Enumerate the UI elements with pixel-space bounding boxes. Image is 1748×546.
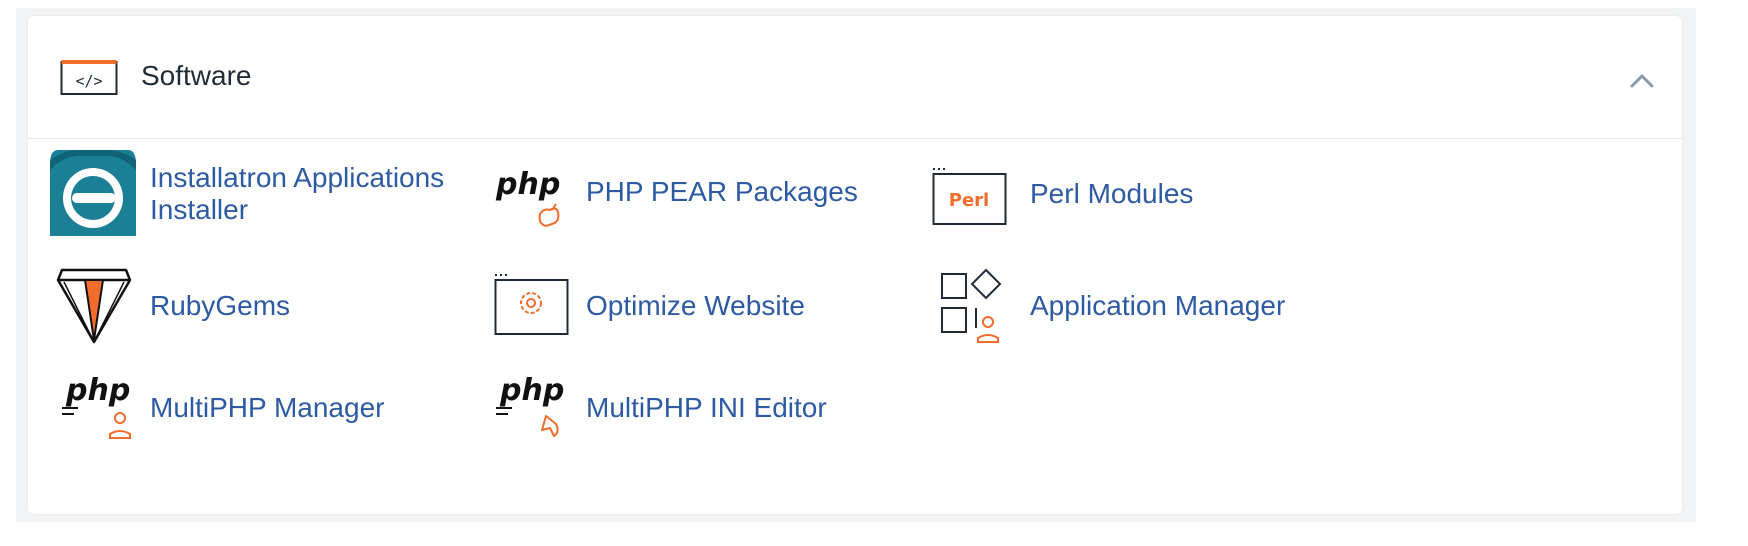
item-php-pear-packages[interactable]: php PHP PEAR Packages xyxy=(494,166,858,230)
item-label: Perl Modules xyxy=(1030,178,1194,209)
php-wordmark: php xyxy=(499,373,564,408)
application-manager-icon xyxy=(932,268,1008,349)
item-multiphp-manager[interactable]: php MultiPHP Manager xyxy=(60,372,400,442)
item-label: MultiPHP Manager xyxy=(150,392,385,423)
item-label: Optimize Website xyxy=(586,290,805,321)
item-label: Installatron Applications xyxy=(150,162,445,193)
section-header[interactable]: </> Software xyxy=(28,16,1682,139)
multiphp-ini-editor-icon: php xyxy=(494,372,566,447)
collapse-button[interactable] xyxy=(1622,66,1662,96)
item-installatron[interactable]: Installatron Applications Installer xyxy=(50,150,470,236)
section-title: Software xyxy=(141,60,252,91)
item-label-line2: Installer xyxy=(150,194,249,225)
software-section-panel: </> Software Installatron Applications I… xyxy=(28,16,1682,514)
item-label: RubyGems xyxy=(150,290,291,321)
svg-text:</>: </> xyxy=(75,72,102,90)
multiphp-manager-icon: php xyxy=(60,372,132,447)
item-multiphp-ini-editor[interactable]: php MultiPHP INI Editor xyxy=(494,372,854,442)
php-pear-icon: php xyxy=(494,166,566,235)
item-perl-modules[interactable]: Perl Perl Modules xyxy=(932,166,1272,230)
software-code-icon: </> xyxy=(60,56,118,101)
chevron-up-icon xyxy=(1630,74,1654,88)
php-wordmark: php xyxy=(495,167,560,202)
item-label: Application Manager xyxy=(1030,290,1286,321)
perl-wordmark: Perl xyxy=(949,190,989,211)
php-wordmark: php xyxy=(65,373,130,408)
perl-icon: Perl xyxy=(932,166,1008,231)
installatron-icon xyxy=(50,150,136,241)
ruby-gem-icon xyxy=(56,268,132,349)
item-label: PHP PEAR Packages xyxy=(586,176,858,207)
item-optimize-website[interactable]: Optimize Website xyxy=(494,272,854,338)
optimize-website-icon xyxy=(494,272,570,343)
item-label: MultiPHP INI Editor xyxy=(586,392,827,423)
item-application-manager[interactable]: Application Manager xyxy=(932,268,1312,344)
item-rubygems[interactable]: RubyGems xyxy=(56,268,356,344)
